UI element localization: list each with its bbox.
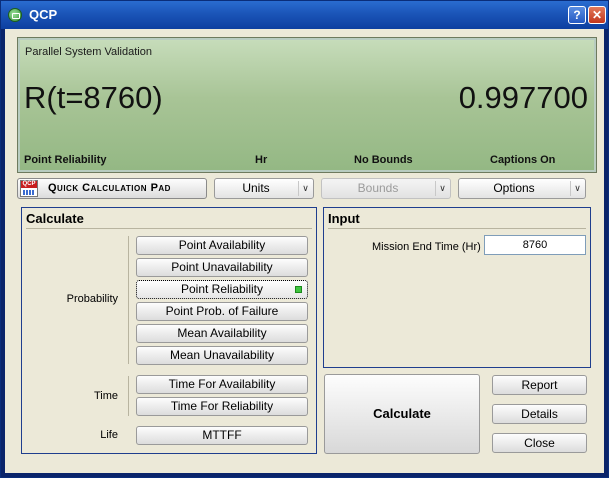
chevron-down-icon: ∨: [298, 181, 312, 196]
status-bounds: No Bounds: [354, 154, 413, 166]
display-expression: R(t=8760): [24, 80, 163, 115]
input-group: Input Mission End Time (Hr) 8760: [323, 207, 591, 368]
window-client: Parallel System Validation R(t=8760) 0.9…: [5, 29, 604, 473]
point-prob-failure-button[interactable]: Point Prob. of Failure: [136, 302, 308, 321]
status-units: Hr: [255, 154, 268, 166]
status-metric: Point Reliability: [24, 154, 107, 166]
status-captions: Captions On: [490, 154, 556, 166]
title-bar[interactable]: QCP ? ✕: [1, 1, 608, 29]
mean-unavailability-button[interactable]: Mean Unavailability: [136, 346, 308, 365]
options-dropdown[interactable]: Options ∨: [458, 178, 586, 199]
time-label: Time: [93, 390, 118, 402]
calculate-button[interactable]: Calculate: [324, 374, 480, 454]
mttff-button[interactable]: MTTFF: [136, 426, 308, 445]
calculate-group: Calculate Probability Time Life Point Av…: [21, 207, 317, 454]
life-label: Life: [100, 429, 118, 441]
report-button[interactable]: Report: [492, 375, 587, 395]
units-dropdown[interactable]: Units ∨: [214, 178, 314, 199]
point-unavailability-button[interactable]: Point Unavailability: [136, 258, 308, 277]
display-value: 0.997700: [458, 80, 588, 115]
probability-label: Probability: [66, 293, 118, 305]
qcp-label: Quick Calculation Pad: [48, 182, 171, 194]
bounds-dropdown: Bounds ∨: [321, 178, 451, 199]
close-window-button[interactable]: ✕: [588, 6, 606, 24]
quick-calculation-pad-button[interactable]: QCP Quick Calculation Pad: [17, 178, 207, 199]
time-for-availability-button[interactable]: Time For Availability: [136, 375, 308, 394]
window-title: QCP: [29, 7, 58, 22]
display-caption: Parallel System Validation: [25, 46, 152, 58]
mission-end-time-input[interactable]: 8760: [484, 235, 586, 255]
display-screen: Parallel System Validation R(t=8760) 0.9…: [20, 40, 594, 170]
calculate-title: Calculate: [26, 211, 84, 226]
point-reliability-button[interactable]: Point Reliability: [136, 280, 308, 299]
mean-availability-button[interactable]: Mean Availability: [136, 324, 308, 343]
time-for-reliability-button[interactable]: Time For Reliability: [136, 397, 308, 416]
help-button[interactable]: ?: [568, 6, 586, 24]
point-availability-button[interactable]: Point Availability: [136, 236, 308, 255]
mission-end-time-label: Mission End Time (Hr): [372, 241, 481, 253]
details-button[interactable]: Details: [492, 404, 587, 424]
qcp-window: QCP ? ✕ Parallel System Validation R(t=8…: [0, 0, 609, 478]
selected-indicator-icon: [295, 286, 302, 293]
input-title: Input: [328, 211, 360, 226]
chevron-down-icon: ∨: [570, 181, 584, 196]
close-button[interactable]: Close: [492, 433, 587, 453]
result-display: Parallel System Validation R(t=8760) 0.9…: [17, 37, 597, 173]
app-icon: [8, 8, 22, 22]
qcp-icon: QCP: [20, 180, 38, 197]
chevron-down-icon: ∨: [435, 181, 449, 196]
